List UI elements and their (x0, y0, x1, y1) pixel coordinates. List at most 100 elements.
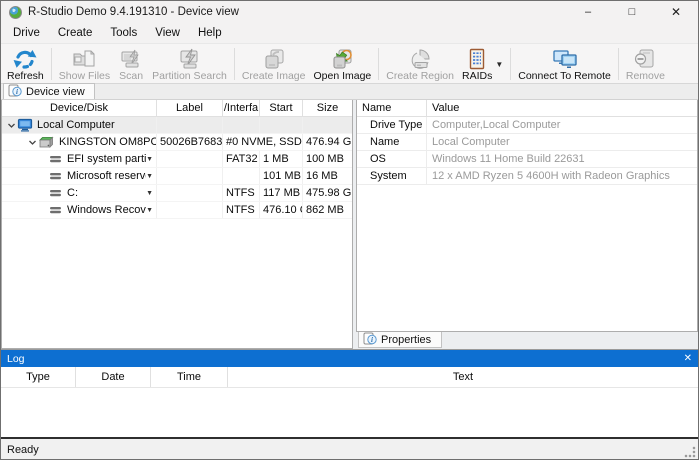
create-image-icon (261, 46, 287, 71)
device-start: 117 MB (260, 185, 303, 201)
device-tree-row[interactable]: Local Computer (2, 117, 352, 134)
properties-info-icon: i (363, 332, 377, 348)
device-tree-panel: Device/DiskˆLabel/InterfaStartSize Local… (1, 100, 353, 349)
open-image-button[interactable]: Open Image (309, 45, 375, 83)
toolbar-separator (233, 48, 235, 80)
device-tree-row[interactable]: Windows Recovery P...▼ NTFS476.10 GB862 M… (2, 202, 352, 219)
device-col-interfa[interactable]: /Interfa (223, 100, 260, 116)
device-size: 475.98 GB (306, 187, 352, 199)
device-start: 1 MB (260, 151, 303, 167)
close-button[interactable]: ✕ (654, 1, 698, 23)
main-area: Device/DiskˆLabel/InterfaStartSize Local… (1, 100, 698, 349)
device-name: C: (67, 187, 78, 199)
toolbar-separator (50, 48, 52, 80)
partition-dropdown-icon[interactable]: ▼ (146, 207, 153, 214)
device-label (157, 185, 223, 201)
computer-icon (17, 118, 33, 132)
properties-col-name: Name (357, 100, 427, 116)
toolbar-button-label: Connect To Remote (518, 70, 611, 82)
toolbar-button-label: Partition Search (152, 70, 227, 82)
device-name: Local Computer (37, 119, 115, 131)
device-tree-row[interactable]: KINGSTON OM8PCP351...50026B76839D...#0 N… (2, 134, 352, 151)
toolbar-button-label: Create Region (386, 70, 454, 82)
device-col-size[interactable]: Size (303, 100, 352, 116)
device-interface (223, 117, 260, 133)
device-start: 101 MB (260, 168, 303, 184)
partition-icon (49, 188, 63, 198)
refresh-icon (12, 46, 38, 71)
tab-properties[interactable]: i Properties (358, 332, 443, 348)
toolbar-button-label: RAIDs (461, 70, 493, 82)
menu-item-help[interactable]: Help (189, 25, 231, 41)
partition-icon (49, 205, 63, 215)
property-row: System 12 x AMD Ryzen 5 4600H with Radeon… (357, 168, 697, 185)
remove-button: Remove (622, 45, 669, 83)
menu-item-drive[interactable]: Drive (4, 25, 49, 41)
log-table-body (1, 388, 698, 437)
device-tree-row[interactable]: Microsoft reserved p...▼ 101 MB16 MB (2, 168, 352, 185)
raids-icon (464, 46, 490, 71)
menu-item-view[interactable]: View (146, 25, 189, 41)
title-bar: R-Studio Demo 9.4.191310 - Device view –… (1, 1, 698, 23)
log-col-type: Type (1, 367, 76, 387)
toolbar-separator (617, 48, 619, 80)
menu-item-tools[interactable]: Tools (101, 25, 146, 41)
device-col-label[interactable]: Label (157, 100, 223, 116)
raids-dropdown-icon[interactable]: ▼ (495, 60, 503, 69)
device-col-devicedisk[interactable]: Device/Diskˆ (2, 100, 157, 116)
partition-dropdown-icon[interactable]: ▼ (146, 173, 153, 180)
log-title: Log (7, 352, 25, 365)
property-value: 12 x AMD Ryzen 5 4600H with Radeon Graph… (432, 170, 670, 182)
properties-panel: Name Value Drive Type Computer,Local Comp… (356, 100, 698, 349)
device-size: 476.94 GB (306, 136, 352, 148)
toolbar-button-label: Remove (625, 70, 665, 82)
property-row: Name Local Computer (357, 134, 697, 151)
device-tree-row[interactable]: C: ▼ NTFS117 MB475.98 GB (2, 185, 352, 202)
device-label (157, 151, 223, 167)
tab-properties-label: Properties (381, 333, 432, 346)
show-files-icon (71, 46, 97, 71)
partition-icon (49, 154, 63, 164)
view-tabstrip: i Device view (1, 83, 698, 100)
expander-chevron-down-icon[interactable] (5, 122, 17, 129)
property-name: System (357, 168, 427, 184)
device-name: Microsoft reserved p... (67, 170, 146, 182)
refresh-button[interactable]: Refresh (3, 45, 48, 83)
device-view-info-icon: i (8, 84, 22, 100)
device-col-start[interactable]: Start (260, 100, 303, 116)
toolbar-button-label: Refresh (7, 70, 44, 82)
app-window: R-Studio Demo 9.4.191310 - Device view –… (0, 0, 699, 460)
partition-search-icon (176, 46, 202, 71)
menu-bar: Drive Create Tools View Help (1, 23, 698, 43)
connect-to-remote-button[interactable]: Connect To Remote (514, 45, 615, 83)
toolbar-separator (510, 48, 512, 80)
window-controls: – □ ✕ (566, 1, 698, 23)
device-interface: NTFS (223, 185, 260, 201)
log-panel: Log ✕ Type Date Time Text (1, 349, 698, 437)
device-table-header: Device/DiskˆLabel/InterfaStartSize (2, 100, 352, 117)
tab-device-view[interactable]: i Device view (3, 83, 95, 99)
partition-dropdown-icon[interactable]: ▼ (146, 156, 153, 163)
device-tree-row[interactable]: EFI system partition▼ FAT321 MB100 MB (2, 151, 352, 168)
maximize-button[interactable]: □ (610, 1, 654, 23)
menu-item-create[interactable]: Create (49, 25, 102, 41)
log-close-icon[interactable]: ✕ (684, 353, 692, 364)
log-col-text: Text (452, 371, 474, 383)
device-table-body: Local Computer KINGSTON OM8PCP351...50026… (2, 117, 352, 219)
expander-chevron-down-icon[interactable] (26, 139, 38, 146)
log-col-date: Date (76, 367, 151, 387)
property-value: Windows 11 Home Build 22631 (432, 153, 585, 165)
minimize-button[interactable]: – (566, 1, 610, 23)
device-interface: #0 NVME, SSD (223, 134, 303, 150)
partition-dropdown-icon[interactable]: ▼ (146, 190, 153, 197)
properties-tabstrip: i Properties (356, 332, 698, 349)
app-logo-icon (9, 5, 22, 19)
status-bar: Ready (1, 437, 698, 459)
resize-grip-icon[interactable] (684, 446, 696, 458)
raids-button[interactable]: RAIDs ▼ (458, 45, 507, 83)
create-region-icon (407, 46, 433, 71)
toolbar-separator (378, 48, 380, 80)
device-size: 100 MB (306, 153, 344, 165)
device-name: EFI system partition (67, 153, 146, 165)
toolbar-button-label: Open Image (313, 70, 372, 82)
